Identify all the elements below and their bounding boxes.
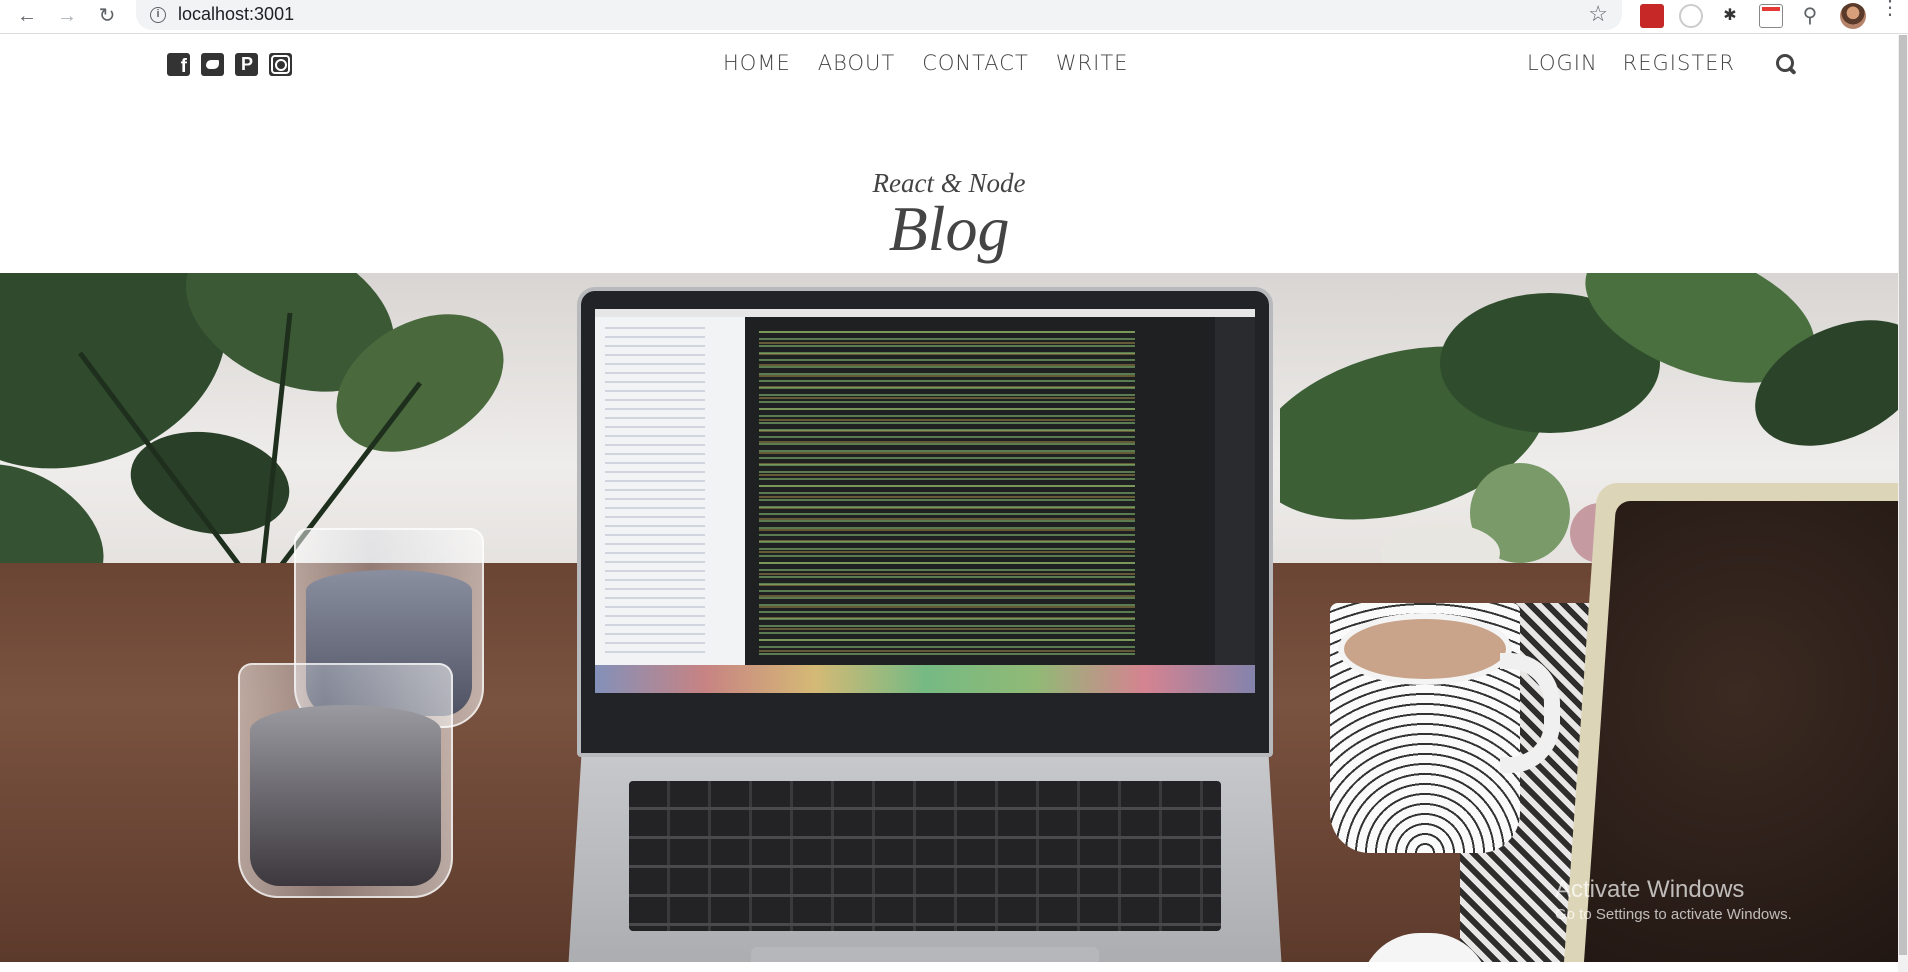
watermark-title: Activate Windows (1555, 876, 1745, 903)
menu-item-contact[interactable]: CONTACT (922, 51, 1029, 75)
coffee-mug (1330, 603, 1520, 853)
blog-header: React & Node Blog (0, 166, 1898, 262)
browser-toolbar: ← → ↻ i localhost:3001 ☆ ✱ ⚲ ⋮ (0, 0, 1908, 34)
address-bar[interactable]: i localhost:3001 ☆ (136, 0, 1622, 30)
laptop-keyboard (629, 781, 1221, 931)
bookmark-star-icon[interactable]: ☆ (1588, 1, 1608, 27)
register-link[interactable]: REGISTER (1623, 51, 1735, 75)
profile-avatar[interactable] (1840, 3, 1866, 29)
extension-icon[interactable] (1640, 4, 1664, 28)
extension-icon[interactable] (1679, 4, 1703, 28)
laptop-trackpad (751, 947, 1099, 962)
header-image (0, 273, 1898, 962)
laptop-screen (595, 309, 1255, 693)
page-scrollbar[interactable] (1898, 35, 1908, 972)
candle-glass (238, 663, 453, 898)
scrollbar-thumb[interactable] (1899, 35, 1907, 955)
site-info-icon[interactable]: i (150, 7, 166, 23)
pinterest-square-icon[interactable] (235, 53, 258, 76)
back-arrow-icon[interactable]: ← (14, 4, 40, 30)
puzzle-icon[interactable]: ⚲ (1798, 4, 1822, 28)
instagram-square-icon[interactable] (269, 53, 292, 76)
menu-item-home[interactable]: HOME (723, 51, 791, 75)
header-title: Blog (888, 193, 1010, 264)
auth-menu: LOGIN REGISTER (1527, 51, 1735, 75)
extension-icon[interactable] (1759, 4, 1783, 28)
main-menu: HOME ABOUT CONTACT WRITE (723, 51, 1128, 75)
more-menu-icon[interactable]: ⋮ (1880, 0, 1900, 18)
login-link[interactable]: LOGIN (1527, 51, 1598, 75)
search-icon[interactable] (1776, 54, 1796, 74)
reload-icon[interactable]: ↻ (94, 4, 120, 30)
menu-item-write[interactable]: WRITE (1056, 51, 1129, 75)
watermark-subtitle: Go to Settings to activate Windows. (1555, 906, 1792, 923)
forward-arrow-icon[interactable]: → (54, 4, 80, 30)
laptop-lid (577, 287, 1273, 757)
facebook-square-icon[interactable] (167, 53, 190, 78)
extension-icon[interactable]: ✱ (1718, 4, 1742, 28)
windows-activation-watermark: Activate Windows Go to Settings to activ… (1555, 876, 1792, 923)
menu-item-about[interactable]: ABOUT (818, 51, 895, 75)
social-links (167, 53, 292, 78)
twitter-square-icon[interactable] (201, 53, 224, 76)
top-navbar: HOME ABOUT CONTACT WRITE LOGIN REGISTER (0, 35, 1898, 95)
laptop-image (567, 287, 1283, 962)
url-text[interactable]: localhost:3001 (178, 4, 294, 25)
